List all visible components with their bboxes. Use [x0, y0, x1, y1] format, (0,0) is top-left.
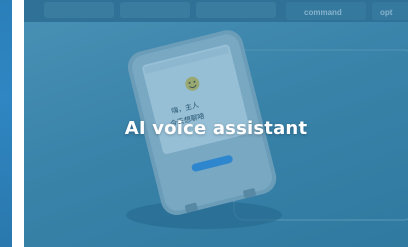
- card-title: AI voice assistant: [124, 118, 308, 139]
- feature-card[interactable]: command opt 嗨，主人 今天想聊啥 AI voice assistan…: [24, 0, 408, 247]
- carousel: command opt 嗨，主人 今天想聊啥 AI voice assistan…: [0, 0, 408, 247]
- previous-slide-edge[interactable]: [0, 0, 12, 247]
